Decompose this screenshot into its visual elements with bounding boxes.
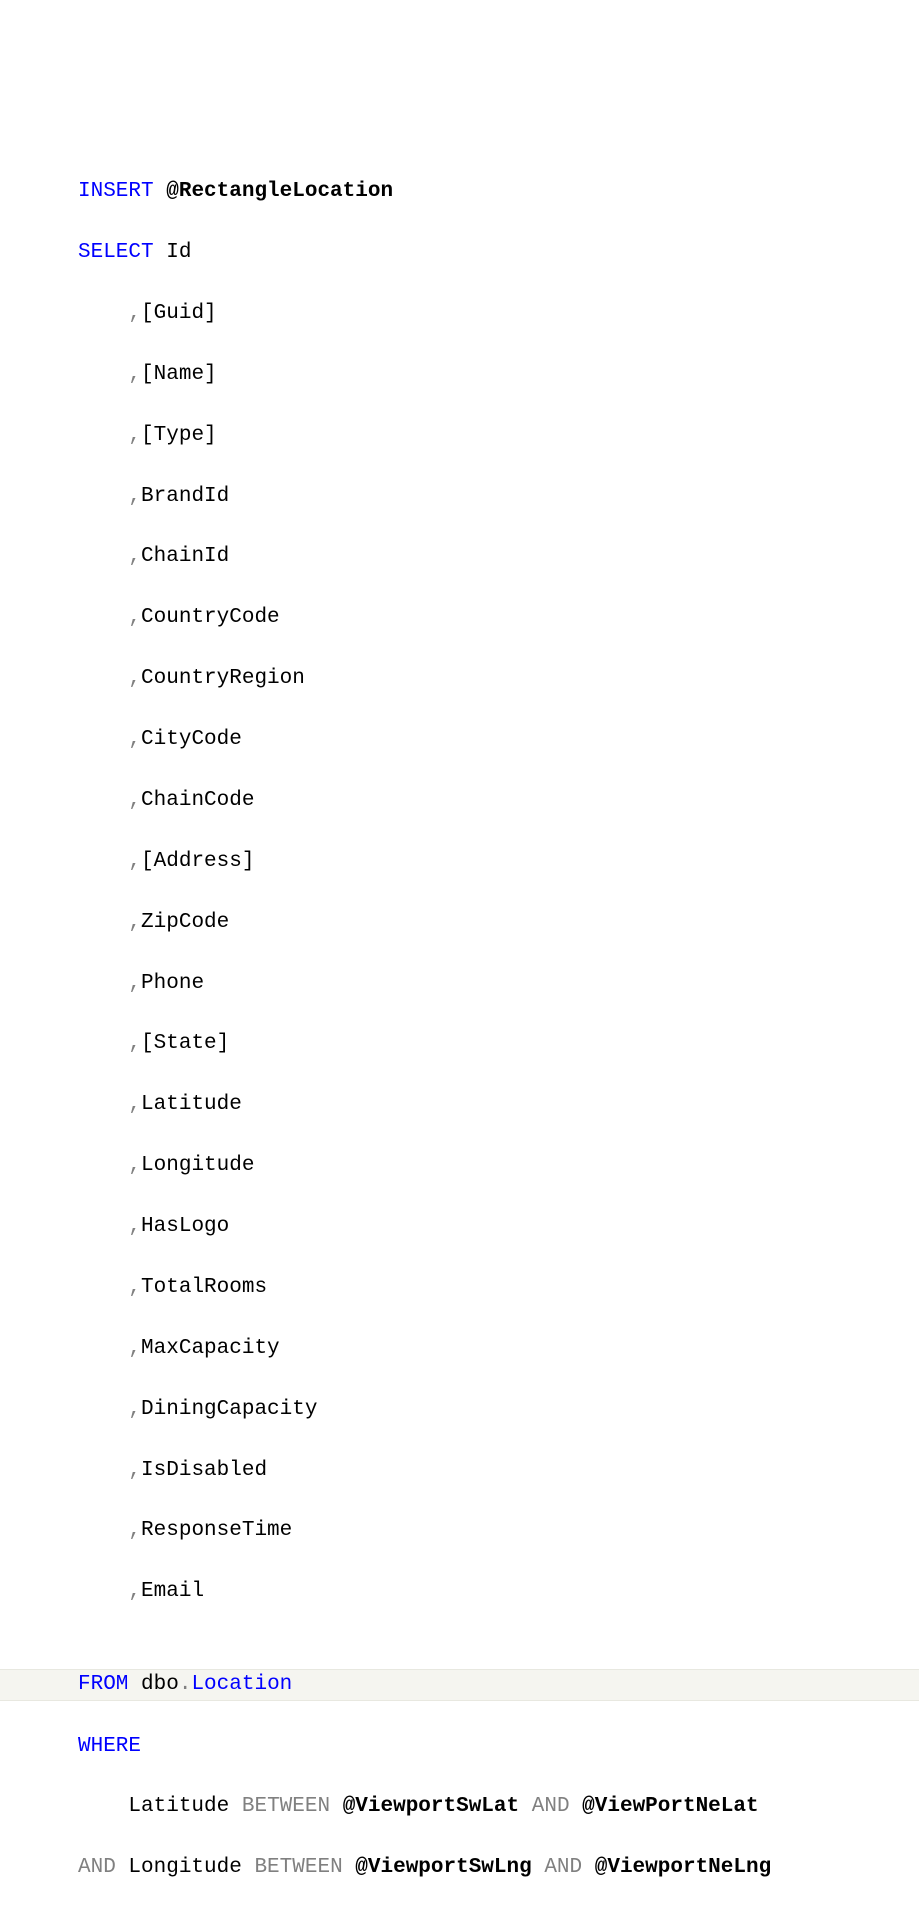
comma-operator: , — [128, 1459, 141, 1482]
keyword-between: BETWEEN — [254, 1856, 342, 1879]
code-line: ,ResponseTime — [78, 1516, 919, 1546]
comma-operator: , — [128, 667, 141, 690]
column-name: Email — [141, 1580, 204, 1603]
column-name: Latitude — [141, 1093, 242, 1116]
code-line-from: FROM dbo.Location — [0, 1669, 919, 1701]
column-name: CountryRegion — [141, 667, 305, 690]
comma-operator: , — [128, 1276, 141, 1299]
code-line: AND Longitude BETWEEN @ViewportSwLng AND… — [78, 1853, 919, 1883]
code-line: ,Phone — [78, 969, 919, 999]
code-line: ,ZipCode — [78, 908, 919, 938]
column-name: ZipCode — [141, 911, 229, 934]
column-name: CityCode — [141, 728, 242, 751]
keyword-and: AND — [544, 1856, 582, 1879]
code-line: ,HasLogo — [78, 1212, 919, 1242]
column-name: [Address] — [141, 850, 254, 873]
column-name: ResponseTime — [141, 1519, 292, 1542]
comma-operator: , — [128, 302, 141, 325]
comma-operator: , — [128, 911, 141, 934]
keyword-select: SELECT — [78, 241, 154, 264]
comma-operator: , — [128, 1580, 141, 1603]
keyword-insert: INSERT — [78, 180, 154, 203]
variable-viewportswlng: @ViewportSwLng — [355, 1856, 531, 1879]
sql-code-block: INSERT @RectangleLocation SELECT Id ,[Gu… — [0, 147, 919, 1908]
schema-dbo: dbo — [141, 1673, 179, 1696]
comma-operator: , — [128, 789, 141, 812]
column-name: IsDisabled — [141, 1459, 267, 1482]
column-id: Id — [166, 241, 191, 264]
keyword-from: FROM — [78, 1673, 128, 1696]
column-name: ChainId — [141, 545, 229, 568]
code-line: ,IsDisabled — [78, 1456, 919, 1486]
comma-operator: , — [128, 363, 141, 386]
code-line: WHERE — [78, 1732, 919, 1762]
column-name: CountryCode — [141, 606, 280, 629]
code-line: ,Latitude — [78, 1090, 919, 1120]
comma-operator: , — [128, 1032, 141, 1055]
code-line: INSERT @RectangleLocation — [78, 177, 919, 207]
keyword-and: AND — [78, 1856, 116, 1879]
comma-operator: , — [128, 728, 141, 751]
comma-operator: , — [128, 1398, 141, 1421]
column-longitude: Longitude — [128, 1856, 241, 1879]
code-line: ,CountryCode — [78, 603, 919, 633]
code-line: ,ChainCode — [78, 786, 919, 816]
column-name: ChainCode — [141, 789, 254, 812]
variable-rectanglelocation: @RectangleLocation — [166, 180, 393, 203]
column-name: HasLogo — [141, 1215, 229, 1238]
column-name: [Guid] — [141, 302, 217, 325]
column-name: BrandId — [141, 485, 229, 508]
column-name: [Name] — [141, 363, 217, 386]
comma-operator: , — [128, 606, 141, 629]
dot-operator: . — [179, 1673, 192, 1696]
comma-operator: , — [128, 1337, 141, 1360]
variable-viewportswlat: @ViewportSwLat — [343, 1795, 519, 1818]
code-line: Latitude BETWEEN @ViewportSwLat AND @Vie… — [78, 1792, 919, 1822]
code-line: ,[Type] — [78, 421, 919, 451]
code-line: ,[Guid] — [78, 299, 919, 329]
column-name: MaxCapacity — [141, 1337, 280, 1360]
code-line: ,DiningCapacity — [78, 1395, 919, 1425]
code-line: ,CountryRegion — [78, 664, 919, 694]
comma-operator: , — [128, 1519, 141, 1542]
code-line: ,[Address] — [78, 847, 919, 877]
table-location: Location — [191, 1673, 292, 1696]
variable-viewportnelat: @ViewPortNeLat — [582, 1795, 758, 1818]
code-line: SELECT Id — [78, 238, 919, 268]
comma-operator: , — [128, 485, 141, 508]
code-line: ,ChainId — [78, 542, 919, 572]
keyword-where: WHERE — [78, 1735, 141, 1758]
variable-viewportnelng: @ViewportNeLng — [595, 1856, 771, 1879]
code-line: ,[Name] — [78, 360, 919, 390]
comma-operator: , — [128, 545, 141, 568]
column-name: Longitude — [141, 1154, 254, 1177]
code-line: ,BrandId — [78, 482, 919, 512]
column-name: [Type] — [141, 424, 217, 447]
keyword-and: AND — [532, 1795, 570, 1818]
comma-operator: , — [128, 424, 141, 447]
comma-operator: , — [128, 972, 141, 995]
column-name: Phone — [141, 972, 204, 995]
code-line: ,TotalRooms — [78, 1273, 919, 1303]
comma-operator: , — [128, 850, 141, 873]
comma-operator: , — [128, 1215, 141, 1238]
keyword-between: BETWEEN — [242, 1795, 330, 1818]
column-name: TotalRooms — [141, 1276, 267, 1299]
comma-operator: , — [128, 1093, 141, 1116]
column-name: [State] — [141, 1032, 229, 1055]
comma-operator: , — [128, 1154, 141, 1177]
column-name: DiningCapacity — [141, 1398, 317, 1421]
code-line: ,MaxCapacity — [78, 1334, 919, 1364]
code-line: ,Longitude — [78, 1151, 919, 1181]
code-line: ,[State] — [78, 1029, 919, 1059]
column-latitude: Latitude — [128, 1795, 229, 1818]
code-line: ,Email — [78, 1577, 919, 1607]
code-line: ,CityCode — [78, 725, 919, 755]
